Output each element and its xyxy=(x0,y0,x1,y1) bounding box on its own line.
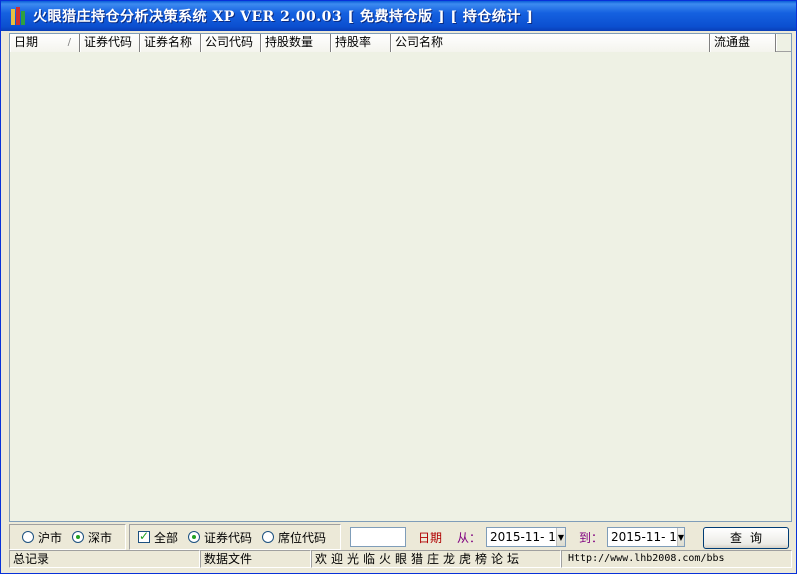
to-label: 到： xyxy=(579,531,604,545)
date-from-picker[interactable]: 2015-11- 1 ▼ xyxy=(486,527,566,547)
status-data-file: 数据文件 xyxy=(200,550,311,568)
radio-shanghai-label[interactable]: 沪市 xyxy=(38,529,62,546)
from-label: 从： xyxy=(457,531,482,545)
main-window: 火眼猎庄持仓分析决策系统 XP VER 2.00.03 [ 免费持仓版 ] [ … xyxy=(0,0,797,574)
date-to-picker[interactable]: 2015-11- 1 ▼ xyxy=(607,527,685,547)
sort-indicator: / xyxy=(67,37,71,48)
all-checkbox[interactable] xyxy=(138,529,150,543)
column-header-holding-ratio[interactable]: 持股率 xyxy=(331,34,391,52)
title-bar[interactable]: 火眼猎庄持仓分析决策系统 XP VER 2.00.03 [ 免费持仓版 ] [ … xyxy=(1,1,796,31)
status-welcome: 欢迎光临火眼猎庄龙虎榜论坛 xyxy=(311,550,561,568)
radio-shenzhen[interactable] xyxy=(72,531,85,543)
date-label: 日期 xyxy=(418,531,443,545)
radio-security-code-label[interactable]: 证券代码 xyxy=(204,529,252,546)
status-url[interactable]: Http://www.lhb2008.com/bbs xyxy=(561,550,792,568)
app-icon[interactable] xyxy=(11,7,25,25)
filter-group: 全部 证券代码 席位代码 xyxy=(129,524,341,550)
radio-security-code[interactable] xyxy=(188,531,201,543)
column-header-float[interactable]: 流通盘 xyxy=(710,34,776,52)
window-title: 火眼猎庄持仓分析决策系统 XP VER 2.00.03 [ 免费持仓版 ] [ … xyxy=(33,9,534,25)
holdings-grid[interactable]: 日期 / 证券代码 证券名称 公司代码 持股数量 持股率 公司名称 流通盘 xyxy=(9,33,792,522)
status-total-records: 总记录 xyxy=(9,550,200,568)
all-checkbox-label[interactable]: 全部 xyxy=(154,529,178,546)
market-group: 沪市 深市 xyxy=(9,524,126,550)
column-header-company-code[interactable]: 公司代码 xyxy=(201,34,261,52)
chevron-down-icon[interactable]: ▼ xyxy=(676,528,685,546)
status-bar: 总记录 数据文件 欢迎光临火眼猎庄龙虎榜论坛 Http://www.lhb200… xyxy=(9,550,792,568)
radio-seat-code-label[interactable]: 席位代码 xyxy=(278,529,326,546)
column-header-company-name[interactable]: 公司名称 xyxy=(391,34,710,52)
column-header-security-name[interactable]: 证券名称 xyxy=(140,34,201,52)
column-header-date[interactable]: 日期 / xyxy=(10,34,80,52)
query-toolbar: 沪市 深市 全部 证券代码 席位代码 日期 从： 2015-11- 1 ▼ 到：… xyxy=(9,523,792,550)
radio-shenzhen-label[interactable]: 深市 xyxy=(88,529,112,546)
query-button[interactable]: 查询 xyxy=(703,527,789,549)
radio-shanghai[interactable] xyxy=(22,531,34,543)
code-input[interactable] xyxy=(350,527,406,547)
column-header-shares-held[interactable]: 持股数量 xyxy=(261,34,331,52)
column-header-security-code[interactable]: 证券代码 xyxy=(80,34,140,52)
grid-header: 日期 / 证券代码 证券名称 公司代码 持股数量 持股率 公司名称 流通盘 xyxy=(10,34,791,52)
radio-seat-code[interactable] xyxy=(262,531,275,543)
chevron-down-icon[interactable]: ▼ xyxy=(555,528,565,546)
